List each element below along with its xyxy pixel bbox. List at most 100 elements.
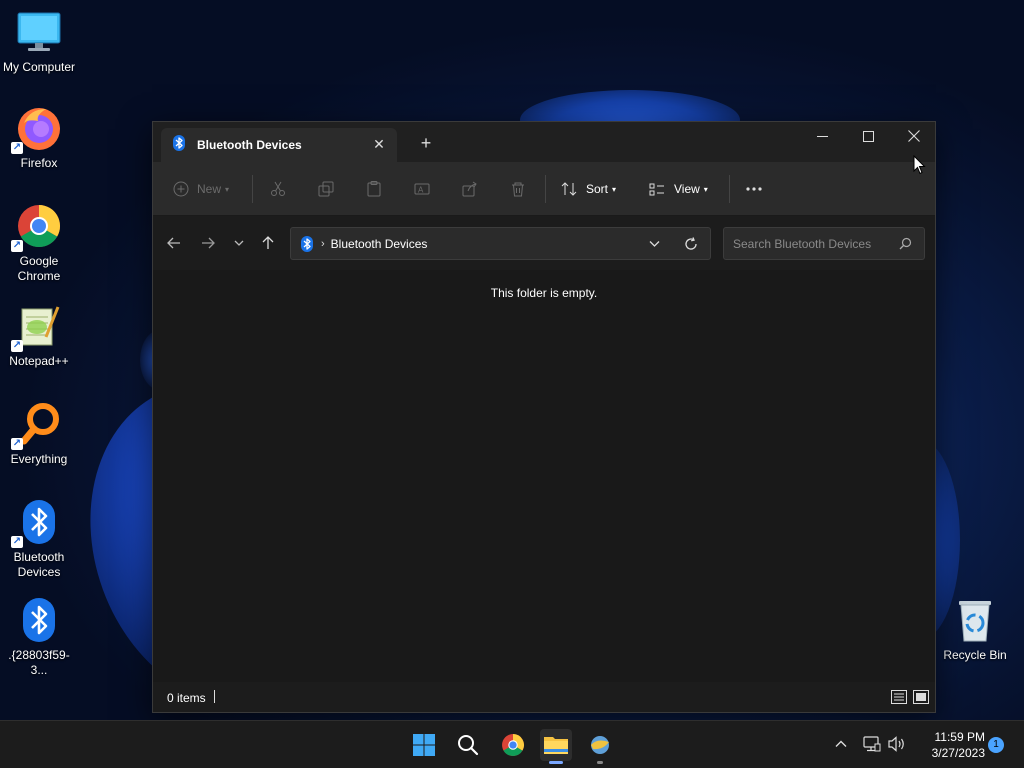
status-bar: 0 items [153,682,935,712]
network-icon [863,736,881,752]
speaker-icon [888,736,904,752]
file-list-area[interactable]: This folder is empty. [153,270,935,684]
back-button[interactable] [164,233,184,253]
taskbar-file-explorer-button[interactable] [540,729,572,764]
taskbar-clock[interactable]: 11:59 PM 3/27/2023 [915,729,985,761]
new-tab-plus-icon[interactable]: + [417,134,435,152]
desktop-icon-label: My Computer [2,60,76,74]
search-icon [458,735,479,756]
paste-button[interactable] [366,176,382,202]
more-horizontal-icon [746,187,762,191]
shortcut-arrow-icon: ↗ [11,438,23,450]
chrome-icon: ↗ [11,202,63,252]
arrow-right-icon [202,237,215,249]
desktop-icon-my-computer[interactable]: My Computer [0,8,78,75]
desktop-icon-label: Bluetooth Devices [13,550,65,579]
close-tab-icon[interactable]: ✕ [371,136,387,152]
desktop-icon-recycle-bin[interactable]: Recycle Bin [936,596,1014,663]
bluetooth-icon [15,596,63,644]
view-label: View [674,182,700,196]
title-bar: Bluetooth Devices ✕ + [153,122,935,162]
desktop-icon-google-chrome[interactable]: ↗ Google Chrome [0,202,78,284]
chevron-down-icon: ▾ [225,184,230,194]
up-button[interactable] [258,233,278,253]
rename-button[interactable]: A [414,176,430,202]
chevron-down-icon [649,241,660,247]
taskbar-search-button[interactable] [452,729,484,761]
search-input[interactable] [724,228,894,259]
address-dropdown-button[interactable] [649,238,660,249]
copy-button[interactable] [318,176,334,202]
desktop-icon-bluetooth-devices[interactable]: ↗ Bluetooth Devices [0,498,78,580]
desktop-icon-label: Firefox [20,156,58,170]
shortcut-arrow-icon: ↗ [11,340,23,352]
show-hidden-icons-button[interactable] [832,735,850,753]
shortcut-arrow-icon: ↗ [11,536,23,548]
details-view-button[interactable] [891,689,907,705]
item-count: 0 items [167,691,206,705]
new-button[interactable]: New ▾ [173,176,229,202]
copy-icon [318,181,334,197]
arrow-up-icon [262,236,274,249]
view-button[interactable]: View ▾ [649,176,708,202]
search-icon[interactable] [899,237,912,250]
running-app-indicator [597,761,603,764]
network-button[interactable] [862,735,882,753]
toolbar-divider [545,175,546,203]
sort-label: Sort [586,182,609,196]
plus-circle-icon [173,181,189,197]
chevron-down-icon [234,240,244,246]
globe-app-icon [591,736,609,754]
active-app-indicator [549,761,563,764]
windows-logo-icon [413,734,435,756]
minimize-button[interactable] [799,122,845,150]
bluetooth-icon: ↗ [11,498,63,548]
sort-button[interactable]: Sort ▾ [561,176,616,202]
taskbar-chrome-button[interactable] [497,729,529,761]
start-button[interactable] [408,729,440,761]
clock-time: 11:59 PM [934,730,985,744]
close-window-button[interactable] [891,122,937,150]
notification-badge[interactable]: 1 [988,737,1004,753]
shortcut-arrow-icon: ↗ [11,240,23,252]
chrome-icon [502,734,524,756]
tab-bluetooth-devices[interactable]: Bluetooth Devices ✕ [161,128,397,162]
share-button[interactable] [462,176,478,202]
forward-button[interactable] [198,233,218,253]
large-icons-view-button[interactable] [913,689,929,705]
volume-button[interactable] [886,735,908,753]
desktop-icon-everything[interactable]: ↗ Everything [0,400,78,467]
command-bar: New ▾ A Sort ▾ View ▾ [153,162,935,216]
toolbar-divider [252,175,253,203]
view-list-icon [649,183,664,196]
taskbar-app-button[interactable] [584,729,616,764]
desktop-icon-firefox[interactable]: ↗ Firefox [0,104,78,171]
mouse-pointer-icon [913,154,926,180]
address-path[interactable]: Bluetooth Devices [331,237,428,251]
empty-folder-message: This folder is empty. [490,286,598,300]
file-explorer-window: Bluetooth Devices ✕ + New ▾ A Sort ▾ Vie… [152,121,936,713]
chevron-up-icon [835,740,847,747]
search-box[interactable] [723,227,925,260]
details-view-icon [891,690,907,704]
notepad-plus-plus-icon: ↗ [11,302,63,352]
chevron-down-icon: ▾ [703,184,708,194]
monitor-icon [15,8,63,56]
status-divider [214,690,215,703]
maximize-button[interactable] [845,122,891,150]
desktop-icon-label: Recycle Bin [943,648,1007,662]
bluetooth-icon [301,235,313,252]
tiles-view-icon [913,690,929,704]
desktop-icon-notepad-plus-plus[interactable]: ↗ Notepad++ [0,302,78,369]
desktop-icon-bluetooth-guid[interactable]: .{28803f59-3... [0,596,78,678]
taskbar: 11:59 PM 3/27/2023 1 [0,720,1024,768]
new-label: New [197,182,222,196]
more-options-button[interactable] [745,176,763,202]
delete-button[interactable] [510,176,526,202]
address-bar[interactable]: › Bluetooth Devices [290,227,711,260]
chevron-down-icon: ▾ [612,184,617,194]
refresh-button[interactable] [684,237,698,251]
recent-locations-button[interactable] [229,233,249,253]
sort-arrows-icon [561,182,577,196]
cut-button[interactable] [270,176,286,202]
